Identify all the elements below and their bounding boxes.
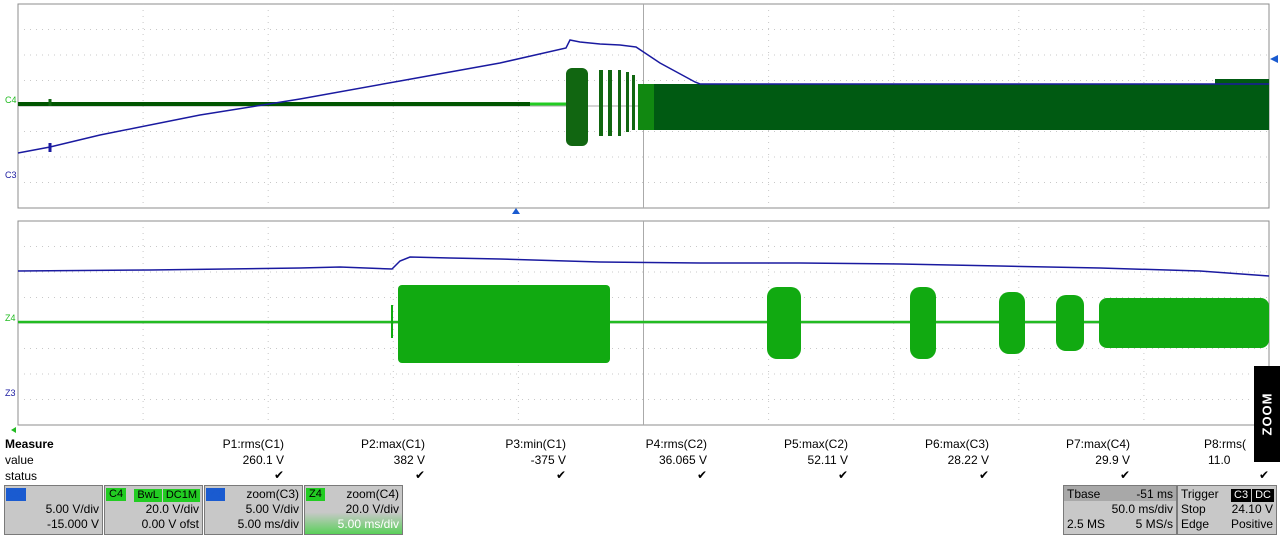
- param-value: 52.11 V: [807, 453, 848, 467]
- tbase-label: Tbase: [1067, 487, 1101, 501]
- c4-descriptor[interactable]: C4 BwL DC1M 20.0 V/div 0.00 V ofst: [104, 485, 203, 535]
- trigger-marker: [512, 208, 520, 214]
- param-value: 29.9 V: [1095, 453, 1130, 467]
- param-name: P8:rms(: [1204, 437, 1246, 451]
- c4-offset: 0.00 V ofst: [141, 517, 199, 531]
- param-name: P7:max(C4): [1065, 437, 1130, 451]
- z4-descriptor[interactable]: Z4 zoom(C4) 20.0 V/div 5.00 ms/div: [304, 485, 403, 535]
- channel-label-c4[interactable]: C4: [5, 95, 17, 105]
- scroll-left-marker: [11, 427, 16, 433]
- c3-vdiv: 5.00 V/div: [45, 502, 99, 516]
- param-value: 36.065 V: [658, 453, 707, 467]
- timebase-descriptor[interactable]: Tbase -51 ms 50.0 ms/div 2.5 MS 5 MS/s: [1063, 485, 1177, 535]
- channel-label-z3[interactable]: Z3: [5, 388, 16, 398]
- channel-label-c3[interactable]: C3: [5, 170, 17, 180]
- param-status: ✔: [1119, 468, 1130, 482]
- z3-descriptor[interactable]: Z3 zoom(C3) 5.00 V/div 5.00 ms/div: [204, 485, 303, 535]
- z4-tag: Z4: [306, 488, 325, 501]
- param-name: P5:max(C2): [783, 437, 848, 451]
- trigger-flag-c3: C3: [1231, 489, 1252, 502]
- c4-vdiv: 20.0 V/div: [145, 502, 199, 516]
- z3-vdiv: 5.00 V/div: [245, 502, 299, 516]
- tbase-delay: -51 ms: [1136, 487, 1173, 501]
- param-name: P2:max(C1): [360, 437, 425, 451]
- zoom-button-label: ZOOM: [1259, 392, 1275, 436]
- param-value: 382 V: [393, 453, 425, 467]
- trigger-flag-dc: DC: [1252, 489, 1274, 502]
- trigger-mode: Stop: [1181, 502, 1206, 516]
- tbase-samples: 2.5 MS: [1067, 517, 1106, 531]
- param-value: 28.22 V: [947, 453, 989, 467]
- param-value: 260.1 V: [242, 453, 284, 467]
- z4-tdiv: 5.00 ms/div: [337, 517, 399, 531]
- tbase-tdiv: 50.0 ms/div: [1111, 502, 1173, 516]
- c4-flag-dc1m: DC1M: [162, 489, 200, 502]
- param-name: P6:max(C3): [924, 437, 989, 451]
- param-value: -375 V: [530, 453, 566, 467]
- measure-table: Measure value status P1:rms(C1) 260.1 V …: [0, 436, 1280, 484]
- c3-tag: C3: [6, 488, 27, 501]
- tbase-rate: 5 MS/s: [1135, 517, 1173, 531]
- channel-label-z4[interactable]: Z4: [5, 313, 16, 323]
- c3-descriptor[interactable]: C3 5.00 V/div -15.000 V: [4, 485, 103, 535]
- measure-title: Measure: [5, 437, 54, 451]
- z3-title: zoom(C3): [246, 487, 299, 501]
- c3-offset: -15.000 V: [46, 517, 99, 531]
- measure-status-label: status: [5, 469, 38, 483]
- param-status: ✔: [273, 468, 284, 482]
- param-status: ✔: [1259, 468, 1270, 482]
- trigger-slope: Positive: [1230, 517, 1273, 531]
- param-name: P1:rms(C1): [222, 437, 284, 451]
- measure-param-p8[interactable]: P8:rms( 11.0: [1180, 436, 1252, 484]
- param-status: ✔: [414, 468, 425, 482]
- z4-vdiv: 20.0 V/div: [345, 502, 399, 516]
- param-name: P4:rms(C2): [645, 437, 707, 451]
- param-status: ✔: [696, 468, 707, 482]
- trigger-type: Edge: [1181, 517, 1210, 531]
- measure-value-label: value: [5, 453, 34, 467]
- z3-tag: Z3: [206, 488, 225, 501]
- z3-tdiv: 5.00 ms/div: [237, 517, 299, 531]
- param-value: 11.0: [1208, 453, 1231, 467]
- param-status: ✔: [978, 468, 989, 482]
- z4-title: zoom(C4): [346, 487, 399, 501]
- param-status: ✔: [555, 468, 566, 482]
- param-name: P3:min(C1): [505, 437, 566, 451]
- trigger-level: 24.10 V: [1231, 502, 1273, 516]
- trigger-level-marker: [1270, 55, 1278, 63]
- trigger-descriptor[interactable]: Trigger C3 DC Stop 24.10 V Edge Positive: [1177, 485, 1277, 535]
- param-status: ✔: [837, 468, 848, 482]
- c4-flag-bwl: BwL: [134, 489, 162, 502]
- c4-tag: C4: [106, 488, 127, 501]
- trigger-label: Trigger: [1181, 487, 1219, 501]
